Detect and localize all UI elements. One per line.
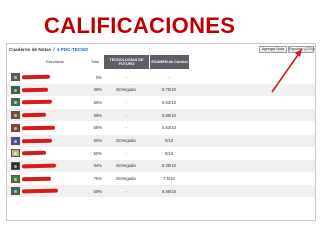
avatar[interactable] — [11, 161, 20, 170]
table-row: 84% Entregada 8.38/10 — [7, 159, 315, 172]
table-row: 0% - - — [7, 71, 315, 83]
assignment-1-cell[interactable]: - — [103, 147, 149, 159]
redacted-student-name — [21, 163, 57, 169]
assignment-2-cell[interactable]: 8.38/10 — [149, 160, 189, 172]
breadcrumb: Cuaderno de Notas / 4 PDC-TECNO — [9, 47, 88, 52]
table-row: 56% -5.63/10 — [7, 122, 315, 134]
assignment-1-cell[interactable]: Entregada — [103, 135, 149, 147]
total-cell: 56% — [93, 125, 102, 131]
redacted-student-name — [21, 87, 49, 92]
avatar[interactable] — [11, 187, 20, 196]
assignment-1-cell[interactable]: - — [103, 185, 149, 197]
assignment-1-cell[interactable]: Entregada — [103, 160, 149, 172]
table-row: 69% -6.88/10 — [7, 185, 315, 198]
table-row: 88% Entregada 8.75/10 — [7, 83, 315, 96]
breadcrumb-title: Cuaderno de Notas — [9, 47, 52, 52]
avatar[interactable] — [11, 149, 20, 158]
redacted-student-name — [21, 125, 56, 131]
add-grade-button[interactable]: Agregar Nota — [259, 46, 287, 53]
avatar[interactable] — [11, 123, 20, 132]
assignment-1-cell[interactable]: - — [103, 71, 149, 83]
gradebook-panel: Cuaderno de Notas / 4 PDC-TECNO Agregar … — [6, 43, 316, 221]
avatar[interactable] — [11, 73, 20, 81]
assignment-2-cell[interactable]: 5.63/10 — [149, 122, 189, 134]
avatar[interactable] — [11, 111, 20, 120]
table-row: 69% -6.88/10 — [7, 109, 315, 122]
total-cell: 69% — [93, 112, 102, 118]
total-cell: 84% — [93, 163, 102, 169]
table-row: 50% -0/10 — [7, 147, 315, 159]
column-header-assignment-2[interactable]: EXAMEN de Control — [149, 55, 189, 69]
table-row: 75% Entregada 7.5/10 — [7, 173, 315, 185]
assignment-2-cell[interactable]: 0/10 — [149, 147, 189, 159]
slide-title: CALIFICACIONES — [44, 13, 236, 38]
table-header: Estudiante Total TECNOLOGÍAS DE FUTURO E… — [7, 55, 315, 69]
breadcrumb-course-link[interactable]: 4 PDC-TECNO — [57, 47, 88, 52]
total-cell: 56% — [93, 99, 102, 105]
avatar[interactable] — [11, 98, 20, 107]
redacted-student-name — [21, 188, 59, 194]
assignment-2-cell[interactable]: 6.88/10 — [149, 185, 189, 197]
total-cell: 50% — [93, 150, 102, 156]
assignment-1-cell[interactable]: Entregada — [103, 173, 149, 185]
total-cell: 0% — [95, 74, 102, 80]
redacted-student-name — [21, 150, 47, 156]
column-header-assignment-1[interactable]: TECNOLOGÍAS DE FUTURO — [103, 55, 149, 69]
assignment-2-cell[interactable]: 7.5/10 — [149, 173, 189, 185]
breadcrumb-separator: / — [53, 47, 55, 52]
gradebook-toolbar: Cuaderno de Notas / 4 PDC-TECNO Agregar … — [7, 44, 315, 55]
total-cell: 75% — [93, 176, 102, 182]
redacted-student-name — [21, 138, 53, 143]
redacted-student-name — [21, 176, 52, 181]
column-header-student[interactable]: Estudiante — [33, 55, 77, 69]
assignment-1-cell[interactable]: Entregada — [103, 84, 149, 96]
column-header-total[interactable]: Total — [87, 55, 103, 69]
assignment-2-cell[interactable]: 0/10 — [149, 135, 189, 147]
avatar[interactable] — [11, 85, 20, 94]
avatar[interactable] — [11, 136, 20, 145]
assignment-1-cell[interactable]: - — [103, 96, 149, 108]
avatar[interactable] — [11, 174, 20, 183]
table-row: 56% -5.63/10 — [7, 96, 315, 108]
assignment-1-cell[interactable]: - — [103, 122, 149, 134]
assignment-2-cell[interactable]: 6.88/10 — [149, 109, 189, 121]
table-row: 50% Entregada 0/10 — [7, 134, 315, 147]
assignment-2-cell[interactable]: 8.75/10 — [149, 84, 189, 96]
redacted-student-name — [21, 100, 53, 105]
redacted-student-name — [21, 74, 51, 80]
assignment-2-cell[interactable]: 5.63/10 — [149, 96, 189, 108]
redacted-student-name — [21, 112, 47, 118]
assignment-2-cell[interactable]: - — [149, 71, 189, 83]
total-cell: 69% — [93, 188, 102, 194]
total-cell: 50% — [93, 138, 102, 143]
assignment-1-cell[interactable]: - — [103, 109, 149, 121]
export-csv-button[interactable]: Exportar (CSV) — [288, 46, 315, 53]
total-cell: 88% — [93, 87, 102, 93]
